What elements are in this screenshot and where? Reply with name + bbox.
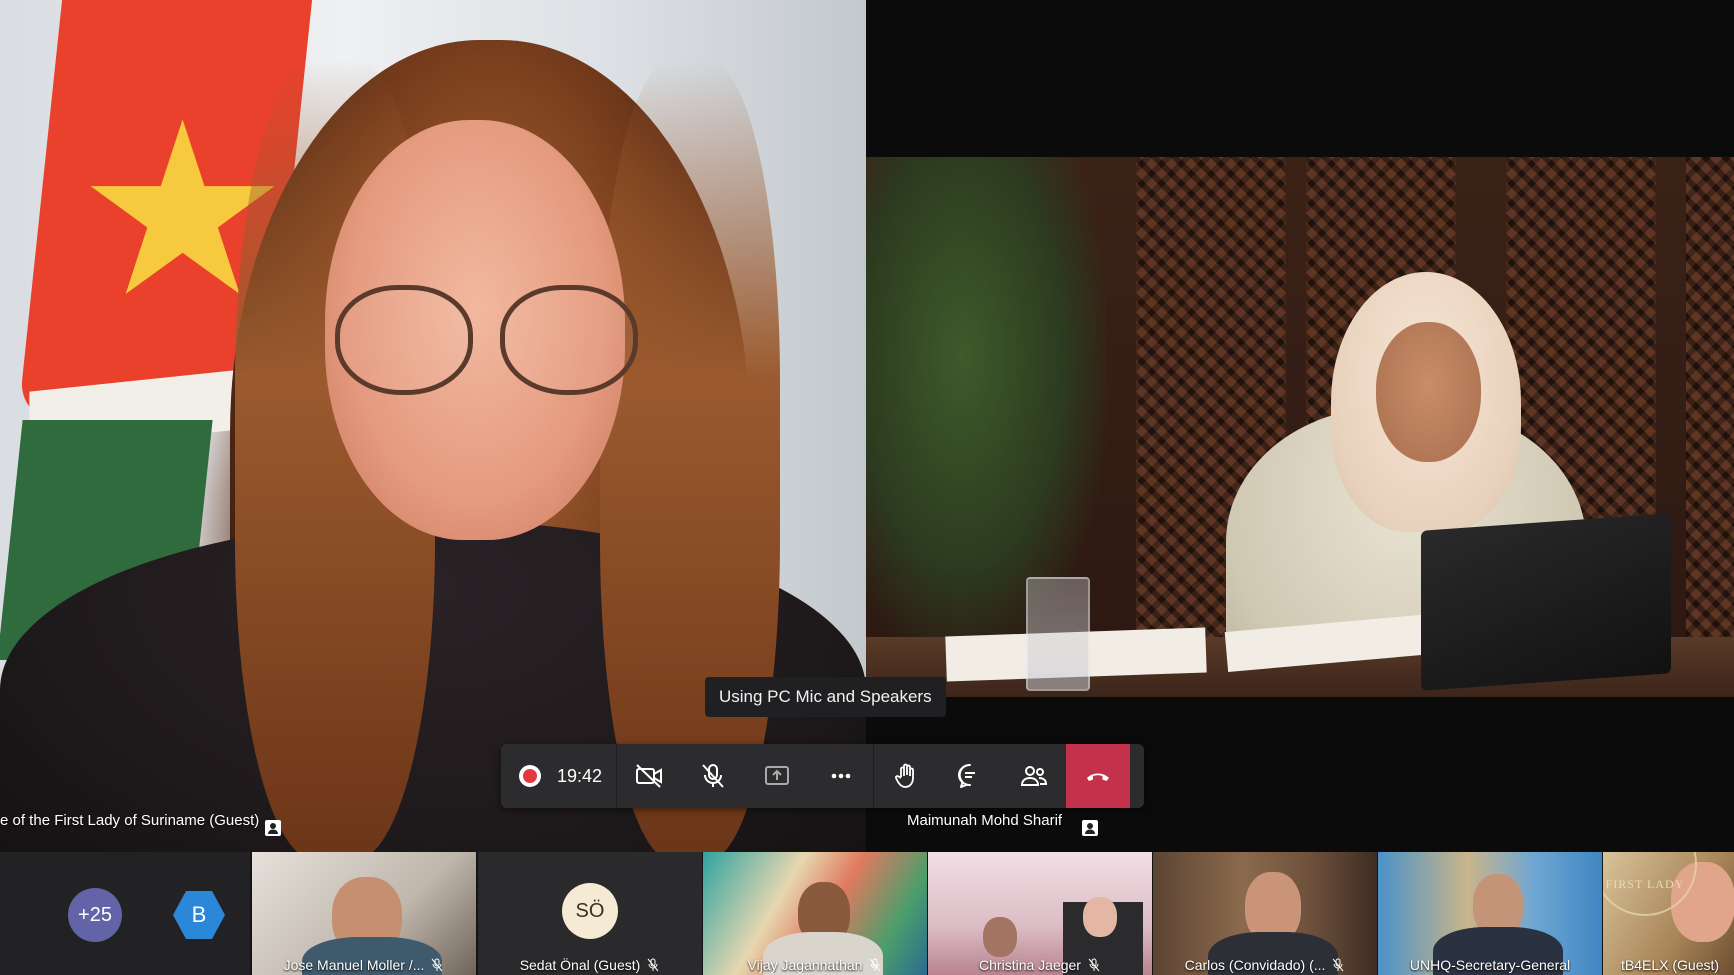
video-tile-maimunah[interactable] (866, 157, 1734, 697)
share-screen-icon (765, 766, 790, 785)
people-icon (1021, 766, 1048, 786)
participant-face (1083, 897, 1117, 937)
mic-off-icon (1088, 958, 1100, 972)
seal-text: FIRST LADY (1605, 876, 1685, 891)
recording-indicator[interactable]: 19:42 (501, 744, 616, 808)
avatar-initials: SÖ (575, 899, 605, 922)
call-timer: 19:42 (557, 765, 603, 786)
participant-name: tB4ELX (Guest) (1621, 957, 1720, 973)
participant-hair-right (600, 60, 780, 852)
hangup-button[interactable] (1066, 744, 1131, 808)
raise-hand-button[interactable] (874, 744, 938, 808)
participant-thumb[interactable]: Vijay Jagannathan (703, 852, 927, 975)
participant-name-left: e of the First Lady of Suriname (Guest) (0, 812, 260, 829)
participant-face (983, 917, 1017, 957)
chat-icon (958, 763, 976, 788)
camera-off-icon (636, 764, 663, 788)
overflow-participants-tile[interactable]: +25 B (0, 852, 250, 975)
participant-strip: +25 B Jose Manuel Moller /... SÖ Sedat Ö… (0, 852, 1734, 975)
record-icon (519, 765, 541, 787)
more-icon (831, 773, 851, 779)
mic-off-icon (702, 764, 724, 788)
toast-text: Using PC Mic and Speakers (719, 687, 932, 706)
participant-thumb[interactable]: SÖ Sedat Önal (Guest) (478, 852, 702, 975)
participant-thumb[interactable]: FIRST LADY tB4ELX (Guest) (1603, 852, 1734, 975)
chat-button[interactable] (938, 744, 1002, 808)
laptop (1421, 513, 1671, 691)
more-options-button[interactable] (809, 744, 873, 808)
participant-name: Vijay Jagannathan (747, 957, 863, 973)
participant-name: UNHQ-Secretary-General (1409, 957, 1571, 973)
participant-thumb[interactable]: Jose Manuel Moller /... (252, 852, 476, 975)
overflow-count-badge[interactable]: +25 (68, 888, 122, 942)
avatar-b[interactable]: B (172, 888, 226, 942)
participant-name-right: Maimunah Mohd Sharif (907, 812, 1063, 829)
mic-off-icon (432, 958, 443, 972)
share-screen-button[interactable] (745, 744, 809, 808)
participant-thumb[interactable]: Christina Jaeger (928, 852, 1152, 975)
water-glass (1026, 577, 1090, 691)
participant-name: Jose Manuel Moller /... (283, 957, 425, 973)
participant-name: Sedat Önal (Guest) (519, 957, 641, 973)
people-button[interactable] (1002, 744, 1066, 808)
spotlight-pin-icon[interactable] (1081, 819, 1099, 837)
camera-toggle-button[interactable] (617, 744, 681, 808)
raise-hand-icon (895, 763, 914, 788)
glasses-right-lens (500, 285, 638, 395)
meeting-control-bar: 19:42 (501, 744, 1144, 808)
avatar: SÖ (562, 883, 618, 939)
avatar-initial: B (191, 902, 207, 927)
video-tile-first-lady-suriname[interactable]: ★ (0, 0, 866, 852)
mic-off-icon (647, 958, 659, 972)
spotlight-pin-icon[interactable] (264, 819, 282, 837)
mic-off-icon (870, 958, 881, 972)
mic-off-icon (1333, 958, 1344, 972)
participant-thumb[interactable]: UNHQ-Secretary-General (1378, 852, 1602, 975)
glasses-left-lens (335, 285, 473, 395)
wall-panel (1686, 157, 1734, 697)
participant-face (1376, 322, 1481, 462)
participant-thumb[interactable]: Carlos (Convidado) (... (1153, 852, 1377, 975)
participant-name: Christina Jaeger (979, 957, 1081, 973)
mic-toggle-button[interactable] (681, 744, 745, 808)
participant-name: Carlos (Convidado) (... (1184, 957, 1326, 973)
hangup-icon (1087, 773, 1110, 781)
audio-device-toast: Using PC Mic and Speakers (705, 677, 946, 717)
overflow-count: +25 (78, 903, 112, 926)
